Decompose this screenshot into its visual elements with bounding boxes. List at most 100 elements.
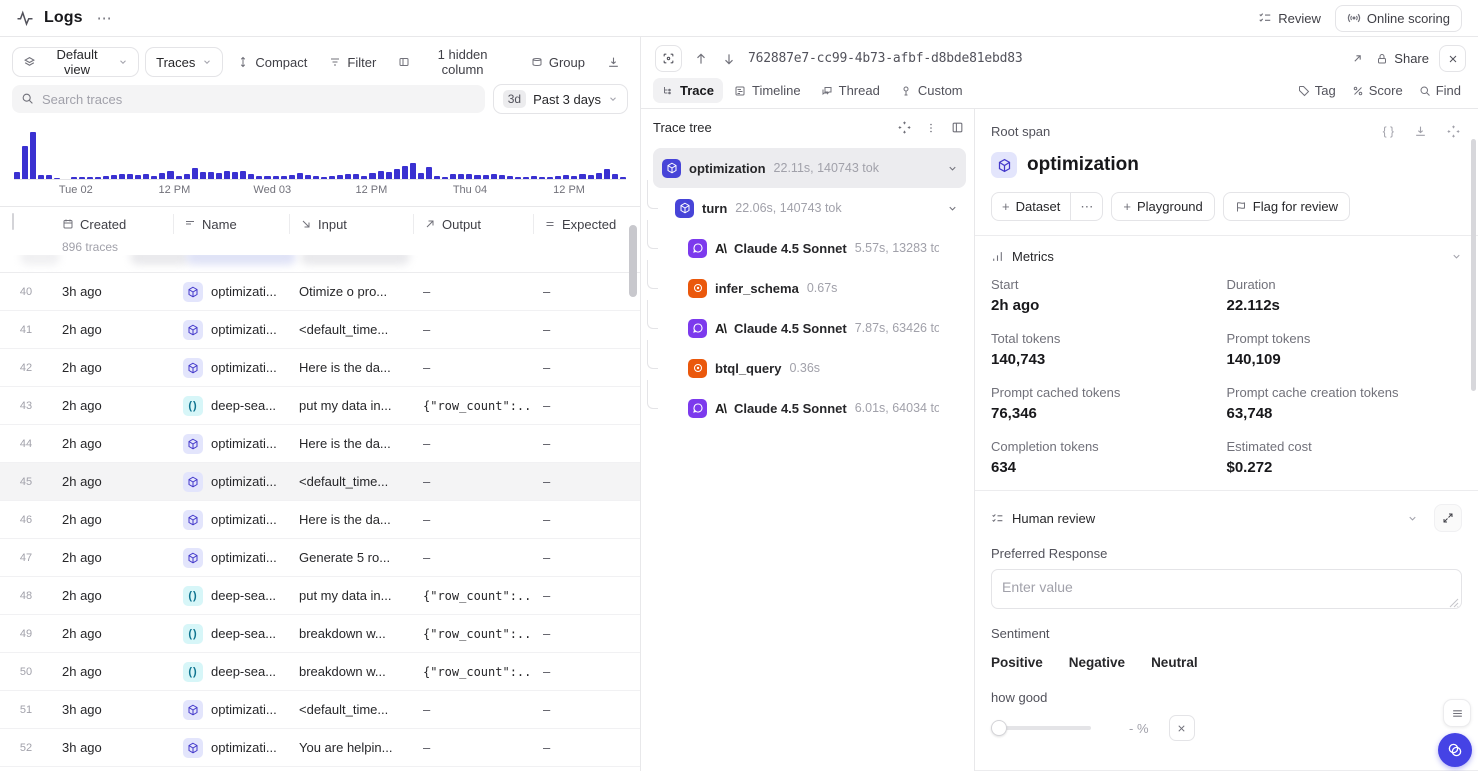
search-input[interactable] (12, 85, 485, 113)
add-to-dataset-button[interactable]: +Dataset (992, 193, 1070, 220)
row-number: 52 (0, 742, 52, 754)
export-button[interactable] (599, 47, 628, 77)
filter-button[interactable]: Filter (321, 47, 384, 77)
expand-icon[interactable] (1445, 123, 1462, 140)
left-scrollbar[interactable] (629, 225, 637, 297)
review-button[interactable]: Review (1258, 11, 1321, 26)
compact-button[interactable]: Compact (229, 47, 315, 77)
span-type-icon: () (183, 624, 203, 644)
table-row[interactable]: 43 2h ago () deep-sea... put my data in.… (0, 387, 640, 425)
axis-tick-label: 12 PM (553, 184, 585, 196)
sentiment-option-neutral[interactable]: Neutral (1151, 653, 1198, 672)
column-header-input[interactable]: Input (289, 214, 413, 234)
chevron-down-icon[interactable] (1451, 251, 1462, 262)
table-row[interactable]: 52 3h ago optimizati... You are helpin..… (0, 729, 640, 767)
table-row[interactable]: 50 2h ago () deep-sea... breakdown w... … (0, 653, 640, 691)
table-row[interactable]: 45 2h ago optimizati... <default_time...… (0, 463, 640, 501)
trace-tree-node[interactable]: infer_schema 0.67s (653, 268, 966, 308)
trace-tree-node[interactable]: turn 22.06s, 140743 tok (653, 188, 966, 228)
expand-review-button[interactable] (1434, 504, 1462, 532)
tab-trace[interactable]: Trace (653, 78, 723, 103)
score-field-label: how good (991, 690, 1462, 705)
hidden-column-button[interactable]: 1 hidden column (390, 47, 517, 77)
axis-tick-label: Wed 03 (253, 184, 291, 196)
histogram-bar (200, 172, 206, 179)
table-row[interactable]: 49 2h ago () deep-sea... breakdown w... … (0, 615, 640, 653)
sentiment-option-positive[interactable]: Positive (991, 653, 1043, 672)
open-fullscreen-icon[interactable] (1349, 50, 1366, 67)
histogram-bar (143, 174, 149, 179)
download-icon[interactable] (1412, 123, 1429, 140)
column-header-created[interactable]: Created (52, 214, 173, 234)
histogram-bar (442, 177, 448, 179)
cell-expected: – (533, 550, 640, 565)
table-row[interactable]: 40 3h ago optimizati... Otimize o pro...… (0, 273, 640, 311)
find-button[interactable]: Find (1412, 79, 1468, 102)
view-selector[interactable]: Default view (12, 47, 139, 77)
table-row[interactable]: 44 2h ago optimizati... Here is the da..… (0, 425, 640, 463)
chevron-down-icon[interactable] (1407, 513, 1418, 524)
histogram-bar (103, 176, 109, 179)
flag-for-review-button[interactable]: Flag for review (1223, 192, 1350, 221)
table-row[interactable]: 48 2h ago () deep-sea... put my data in.… (0, 577, 640, 615)
page-menu-button[interactable]: ⋯ (93, 7, 116, 29)
comments-menu-button[interactable] (1443, 699, 1471, 727)
column-header-name[interactable]: Name (173, 214, 289, 234)
column-header-expected[interactable]: Expected (533, 214, 640, 234)
cell-input: Otimize o pro... (289, 284, 413, 299)
sentiment-option-negative[interactable]: Negative (1069, 653, 1125, 672)
dataset-more-button[interactable]: ⋯ (1070, 193, 1102, 220)
traces-selector[interactable]: Traces (145, 47, 223, 77)
time-range-selector[interactable]: 3d Past 3 days (493, 84, 628, 114)
trace-tree-node[interactable]: A\ Claude 4.5 Sonnet 5.57s, 13283 tok (653, 228, 966, 268)
online-scoring-button[interactable]: Online scoring (1335, 5, 1462, 32)
table-row[interactable]: 41 2h ago optimizati... <default_time...… (0, 311, 640, 349)
trace-tree-node[interactable]: optimization 22.11s, 140743 tok (653, 148, 966, 188)
histogram-bar (240, 171, 246, 179)
right-scrollbar[interactable] (1471, 139, 1476, 391)
cell-created: 2h ago (52, 550, 173, 565)
expand-all-icon[interactable] (896, 119, 913, 136)
json-view-icon[interactable]: { } (1381, 122, 1396, 140)
collapse-panel-icon[interactable] (949, 119, 966, 136)
histogram-bar (135, 175, 141, 179)
cell-name: optimizati... (173, 320, 289, 340)
close-panel-button[interactable] (1439, 45, 1466, 72)
tree-menu-icon[interactable] (923, 120, 939, 136)
histogram-bar (62, 178, 68, 179)
table-row[interactable]: 42 2h ago optimizati... Here is the da..… (0, 349, 640, 387)
slider-thumb[interactable] (991, 720, 1007, 736)
histogram-bar (216, 173, 222, 179)
select-all-checkbox[interactable] (12, 213, 14, 230)
column-header-output[interactable]: Output (413, 214, 533, 234)
tag-button[interactable]: Tag (1291, 79, 1343, 102)
table-row[interactable]: 51 3h ago optimizati... <default_time...… (0, 691, 640, 729)
group-button[interactable]: Group (523, 47, 593, 77)
chevron-down-icon[interactable] (947, 163, 958, 174)
table-row[interactable]: 46 2h ago optimizati... Here is the da..… (0, 501, 640, 539)
tab-thread[interactable]: Thread (812, 78, 889, 103)
next-trace-button[interactable] (720, 50, 738, 68)
assistant-fab[interactable] (1438, 733, 1472, 767)
cell-created: 2h ago (52, 360, 173, 375)
cell-created: 2h ago (52, 474, 173, 489)
clear-score-button[interactable] (1169, 715, 1195, 741)
trace-tree-node[interactable]: btql_query 0.36s (653, 348, 966, 388)
add-to-playground-button[interactable]: +Playground (1111, 192, 1214, 221)
histogram-bar (563, 175, 569, 179)
metrics-grid: Start2h agoDuration22.112sTotal tokens14… (991, 277, 1462, 476)
prev-trace-button[interactable] (692, 50, 710, 68)
score-button[interactable]: Score (1345, 79, 1410, 102)
trace-tree-node[interactable]: A\ Claude 4.5 Sonnet 7.87s, 63426 tok (653, 308, 966, 348)
histogram-bar (297, 173, 303, 179)
focus-span-button[interactable] (655, 45, 682, 72)
span-type-icon (688, 279, 707, 298)
share-button[interactable]: Share (1376, 51, 1429, 66)
tab-custom[interactable]: Custom (891, 78, 972, 103)
tab-timeline[interactable]: Timeline (725, 78, 810, 103)
chevron-down-icon[interactable] (947, 203, 958, 214)
preferred-response-input[interactable] (991, 569, 1462, 609)
table-row[interactable]: 47 2h ago optimizati... Generate 5 ro...… (0, 539, 640, 577)
trace-tree-node[interactable]: A\ Claude 4.5 Sonnet 6.01s, 64034 tok (653, 388, 966, 428)
score-slider[interactable] (991, 720, 1091, 736)
